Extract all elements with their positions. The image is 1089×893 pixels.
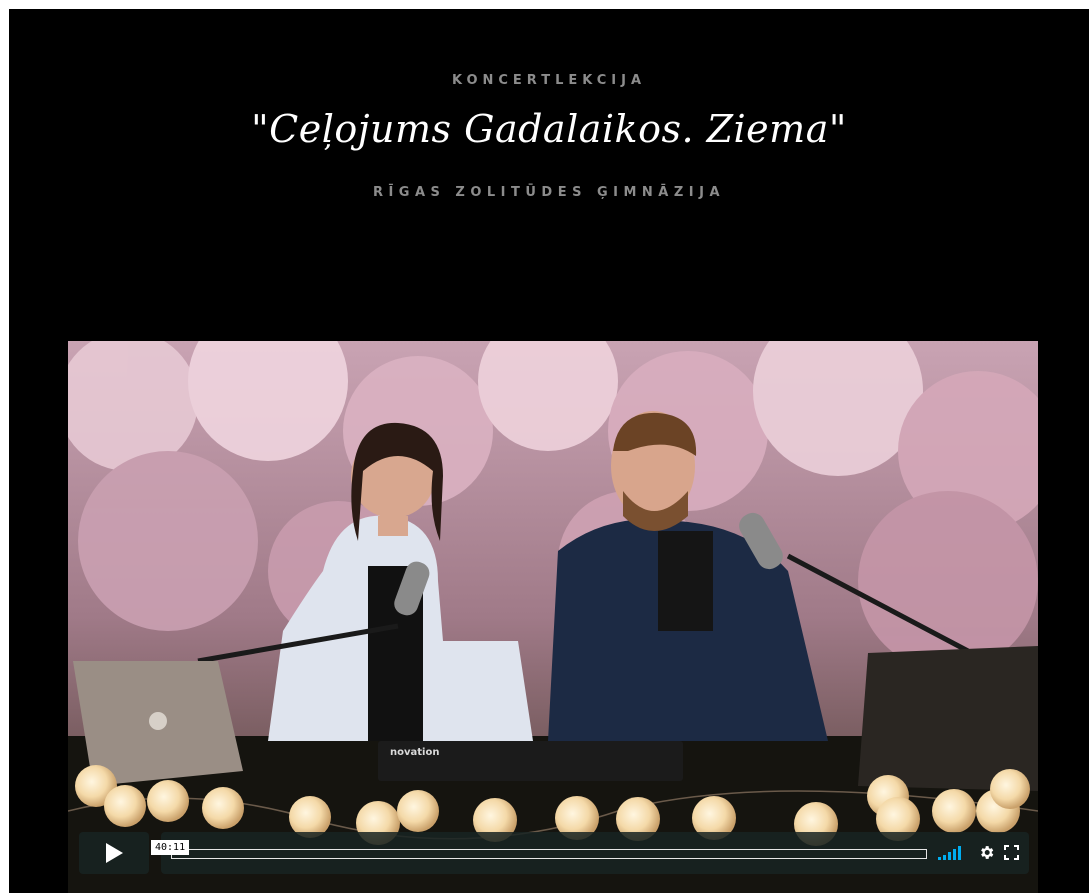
school-name: RĪGAS ZOLITŪDES ĢIMNĀZIJA [372,185,726,200]
video-frame: novation [68,341,1038,893]
page-frame: KONCERTLEKCIJA "Ceļojums Gadalaikos. Zie… [9,9,1089,893]
progress-bar[interactable] [171,849,927,859]
page-title: "Ceļojums Gadalaikos. Ziema" [251,107,847,151]
gear-icon[interactable] [978,844,995,861]
time-display: 40:11 [151,840,190,855]
volume-icon[interactable] [938,846,964,860]
keyboard-brand: novation [390,747,439,758]
play-icon [106,843,123,863]
event-type-label: KONCERTLEKCIJA [451,73,647,88]
player-controls [161,832,1029,874]
play-button[interactable] [79,832,149,874]
video-player[interactable]: novation 40:11 [68,341,1038,893]
fullscreen-icon[interactable] [1004,845,1019,860]
